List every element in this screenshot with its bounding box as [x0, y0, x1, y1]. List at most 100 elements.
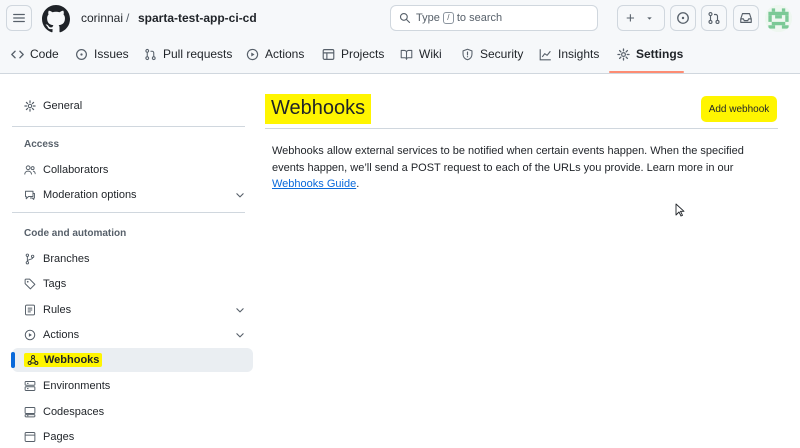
server-icon — [24, 381, 36, 391]
search-placeholder-prefix: Type — [416, 12, 440, 24]
issue-icon — [677, 12, 689, 24]
tab-security[interactable]: Security — [461, 47, 523, 61]
pull-requests-button[interactable] — [701, 5, 727, 31]
tab-issues[interactable]: Issues — [75, 47, 129, 61]
create-new-button[interactable]: + — [617, 5, 665, 31]
tab-wiki[interactable]: Wiki — [400, 47, 442, 61]
menu-button[interactable] — [6, 5, 32, 31]
tab-wiki-label: Wiki — [419, 47, 442, 61]
tab-settings[interactable]: Settings — [617, 47, 683, 61]
sidebar-item-tags[interactable]: Tags — [12, 272, 253, 296]
sidebar-item-label: Environments — [43, 380, 111, 392]
pull-request-icon — [145, 48, 156, 60]
sidebar-item-rules[interactable]: Rules — [12, 298, 253, 322]
repo-navigation: Code Issues Pull requests Actions Projec… — [0, 38, 800, 74]
sidebar-item-label: Codespaces — [43, 406, 105, 418]
sidebar-item-environments[interactable]: Environments — [12, 374, 253, 398]
mouse-cursor-icon — [675, 203, 685, 217]
chevron-down-icon — [236, 193, 244, 198]
sidebar-item-label: Webhooks — [44, 354, 100, 366]
search-placeholder-suffix: to search — [456, 12, 503, 24]
sidebar-heading-code-automation: Code and automation — [24, 228, 127, 239]
play-icon — [24, 329, 36, 341]
sidebar-item-label: Collaborators — [43, 164, 109, 176]
avatar[interactable] — [765, 5, 792, 32]
breadcrumb-separator: / — [126, 11, 130, 25]
sidebar-heading-access: Access — [24, 139, 60, 150]
search-icon — [399, 12, 411, 24]
tab-actions[interactable]: Actions — [246, 47, 304, 61]
add-webhook-button[interactable]: Add webhook — [701, 96, 777, 122]
shield-icon — [462, 48, 473, 60]
tab-pull-requests[interactable]: Pull requests — [144, 47, 232, 61]
tab-settings-label: Settings — [636, 47, 684, 61]
description-period: . — [356, 178, 360, 190]
chevron-down-icon — [236, 308, 244, 313]
owner-link[interactable]: corinnai — [81, 11, 123, 25]
comment-icon — [25, 190, 35, 200]
sidebar-item-label: Pages — [43, 431, 75, 443]
webhook-icon — [27, 355, 39, 365]
search-input[interactable]: Type / to search — [390, 5, 598, 31]
tab-issues-label: Issues — [94, 47, 129, 61]
repo-link[interactable]: sparta-test-app-ci-cd — [138, 11, 257, 25]
inbox-button[interactable] — [733, 5, 759, 31]
rules-icon — [25, 304, 35, 316]
active-tab-underline — [609, 71, 684, 73]
issue-icon — [76, 48, 87, 60]
sidebar-item-label: Rules — [43, 304, 72, 316]
sidebar-item-actions[interactable]: Actions — [12, 323, 253, 347]
webhooks-description: Webhooks allow external services to be n… — [272, 143, 762, 193]
table-icon — [322, 48, 335, 60]
search-shortcut-key: / — [442, 12, 454, 24]
tab-actions-label: Actions — [265, 47, 305, 61]
gear-icon — [617, 47, 630, 61]
sidebar-item-branches[interactable]: Branches — [12, 247, 253, 271]
tag-icon — [24, 278, 36, 290]
pull-request-icon — [708, 12, 720, 24]
browser-icon — [24, 432, 36, 442]
webhooks-highlight: Webhooks — [24, 353, 103, 367]
codespaces-icon — [24, 407, 36, 418]
people-icon — [24, 165, 36, 175]
sidebar-item-label: Tags — [43, 278, 67, 290]
tab-security-label: Security — [480, 47, 524, 61]
identicon-icon — [765, 5, 792, 32]
tab-pull-requests-label: Pull requests — [163, 47, 233, 61]
github-logo-icon[interactable] — [42, 5, 70, 33]
webhooks-guide-link[interactable]: Webhooks Guide — [272, 178, 356, 190]
triangle-down-icon — [647, 16, 652, 20]
tab-insights-label: Insights — [558, 47, 600, 61]
issues-button[interactable] — [670, 5, 696, 31]
tab-projects[interactable]: Projects — [322, 47, 384, 61]
tab-insights[interactable]: Insights — [539, 47, 599, 61]
sidebar-item-collaborators[interactable]: Collaborators — [12, 158, 253, 182]
sidebar-item-general[interactable]: General — [12, 94, 253, 118]
sidebar-item-label: Moderation options — [43, 189, 137, 201]
sidebar-item-label: Actions — [43, 329, 80, 341]
inbox-icon — [740, 13, 752, 23]
sidebar-item-webhooks[interactable]: Webhooks — [11, 348, 253, 372]
description-text: Webhooks allow external services to be n… — [272, 145, 744, 174]
chevron-down-icon — [236, 333, 244, 338]
graph-icon — [539, 48, 551, 60]
gear-icon — [24, 100, 36, 112]
sidebar-item-label: General — [43, 100, 83, 112]
play-icon — [246, 48, 259, 60]
title-divider — [265, 128, 778, 129]
book-icon — [400, 49, 413, 60]
sidebar-item-label: Branches — [43, 253, 90, 265]
sidebar-item-moderation-options[interactable]: Moderation options — [12, 183, 253, 207]
page-title: Webhooks — [265, 94, 372, 124]
tab-code-label: Code — [30, 47, 59, 61]
sidebar-divider — [12, 212, 245, 213]
branch-icon — [25, 253, 35, 265]
tab-code[interactable]: Code — [11, 47, 59, 61]
plus-icon: + — [626, 9, 635, 27]
global-header: corinnai / sparta-test-app-ci-cd Type / … — [0, 0, 800, 38]
sidebar-item-codespaces[interactable]: Codespaces — [12, 400, 253, 424]
hamburger-icon — [13, 13, 25, 23]
code-icon — [11, 50, 24, 58]
sidebar-divider — [12, 126, 245, 127]
sidebar-item-pages[interactable]: Pages — [12, 425, 253, 448]
